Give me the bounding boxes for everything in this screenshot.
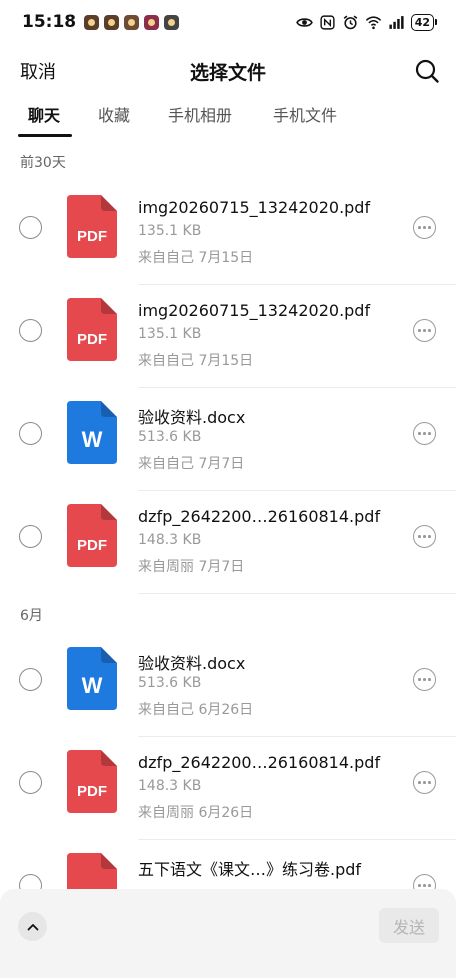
cancel-button[interactable]: 取消: [20, 58, 56, 84]
wifi-6-icon: [365, 15, 381, 29]
tab-chat[interactable]: 聊天: [28, 102, 60, 126]
file-type-label: W: [82, 427, 103, 452]
file-source: 来自自己 7月7日: [138, 456, 245, 472]
select-radio[interactable]: [19, 668, 42, 691]
section-header: 前30天: [20, 155, 66, 171]
file-source: 来自自己 7月15日: [138, 353, 254, 369]
tab-phone-files[interactable]: 手机文件: [273, 102, 337, 126]
section-header: 6月: [20, 608, 43, 624]
active-tab-indicator: [18, 134, 72, 137]
more-icon[interactable]: [413, 771, 436, 794]
page-title: 选择文件: [189, 61, 266, 84]
file-row[interactable]: W 验收资料.docx 513.6 KB 来自自己 7月7日: [0, 388, 456, 491]
file-size: 135.1 KB: [138, 326, 202, 342]
file-size: 513.6 KB: [138, 675, 202, 691]
file-size: 148.3 KB: [138, 532, 202, 548]
tab-bar: 聊天 收藏 手机相册 手机文件: [0, 96, 456, 138]
select-radio[interactable]: [19, 216, 42, 239]
nfc-icon: [320, 14, 335, 30]
file-row[interactable]: PDF dzfp_2642200…26160814.pdf 148.3 KB 来自周丽…: [0, 491, 456, 594]
title-bar: 取消 选择文件: [0, 50, 456, 92]
select-radio[interactable]: [19, 422, 42, 445]
file-source: 来自自己 6月26日: [138, 702, 254, 718]
more-icon[interactable]: [413, 668, 436, 691]
status-time: 15:18: [22, 12, 77, 32]
more-icon[interactable]: [413, 422, 436, 445]
file-source: 来自自己 7月15日: [138, 250, 254, 266]
pdf-file-icon: PDF: [67, 298, 117, 361]
pdf-file-icon: PDF: [67, 504, 117, 567]
notification-icons: [84, 14, 180, 30]
bottom-bar: 发送: [0, 889, 456, 978]
chevron-up-icon: [27, 923, 38, 930]
app-notification-icon: [124, 14, 140, 30]
file-size: 135.1 KB: [138, 223, 202, 239]
file-type-label: PDF: [77, 228, 107, 245]
file-size: 513.6 KB: [138, 429, 202, 445]
eye-icon: [295, 17, 313, 27]
more-icon[interactable]: [413, 319, 436, 342]
tab-phone-album[interactable]: 手机相册: [168, 102, 232, 126]
pdf-file-icon: PDF: [67, 750, 117, 813]
file-row[interactable]: W 验收资料.docx 513.6 KB 来自自己 6月26日: [0, 634, 456, 737]
status-indicators: 42: [295, 13, 438, 31]
file-name: img20260715_13242020.pdf: [138, 301, 371, 320]
status-bar: 15:18 42: [0, 0, 456, 44]
app-notification-icon: [84, 14, 100, 30]
row-divider: [138, 593, 456, 594]
file-name: 五下语文《课文…》练习卷.pdf: [138, 860, 362, 879]
file-row[interactable]: PDF img20260715_13242020.pdf 135.1 KB 来自自己 …: [0, 285, 456, 388]
file-name: 验收资料.docx: [138, 408, 246, 427]
search-icon[interactable]: [414, 58, 440, 84]
file-name: img20260715_13242020.pdf: [138, 198, 371, 217]
file-type-label: PDF: [77, 783, 107, 800]
expand-button[interactable]: [18, 912, 47, 941]
file-name: dzfp_2642200…26160814.pdf: [138, 507, 381, 526]
more-icon[interactable]: [413, 525, 436, 548]
pdf-file-icon: PDF: [67, 195, 117, 258]
signal-icon: [389, 15, 404, 29]
app-notification-icon: [144, 14, 160, 30]
file-size: 148.3 KB: [138, 778, 202, 794]
file-name: dzfp_2642200…26160814.pdf: [138, 753, 381, 772]
select-radio[interactable]: [19, 319, 42, 342]
file-source: 来自周丽 7月7日: [138, 559, 245, 575]
file-type-label: W: [82, 673, 103, 698]
file-row[interactable]: PDF img20260715_13242020.pdf 135.1 KB 来自自己 …: [0, 182, 456, 285]
file-name: 验收资料.docx: [138, 654, 246, 673]
select-radio[interactable]: [19, 525, 42, 548]
select-radio[interactable]: [19, 771, 42, 794]
word-file-icon: W: [67, 647, 117, 710]
app-notification-icon: [164, 14, 180, 30]
app-notification-icon: [104, 14, 120, 30]
file-type-label: PDF: [77, 537, 107, 554]
alarm-icon: [343, 15, 358, 29]
battery-icon: 42: [410, 13, 438, 31]
tab-favorites[interactable]: 收藏: [98, 102, 130, 126]
word-file-icon: W: [67, 401, 117, 464]
file-type-label: PDF: [77, 331, 107, 348]
more-icon[interactable]: [413, 216, 436, 239]
send-button[interactable]: 发送: [379, 908, 439, 943]
file-source: 来自周丽 6月26日: [138, 805, 254, 821]
file-row[interactable]: PDF dzfp_2642200…26160814.pdf 148.3 KB 来自周丽…: [0, 737, 456, 840]
